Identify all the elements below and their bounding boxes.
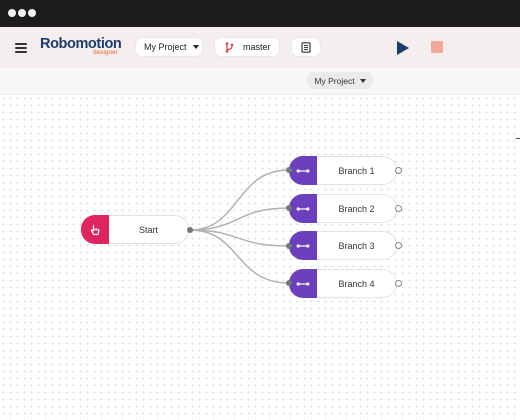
start-node-head — [81, 215, 109, 244]
branch-input-port[interactable] — [286, 280, 292, 286]
branch-node-head — [289, 194, 317, 223]
hand-pointer-icon — [90, 224, 100, 235]
branch-node-label: Branch 3 — [338, 240, 375, 251]
fork-icon — [296, 206, 310, 211]
branch-node-head — [289, 231, 317, 260]
flow-connections — [189, 169, 290, 284]
branch-input-port[interactable] — [286, 205, 292, 211]
fork-icon — [296, 281, 310, 286]
fork-icon — [296, 243, 310, 248]
branch-output-port[interactable] — [395, 280, 402, 287]
start-node[interactable]: Start — [81, 215, 189, 244]
start-node-label: Start — [138, 224, 158, 235]
branch-output-port[interactable] — [395, 167, 402, 174]
branch-output-port[interactable] — [395, 242, 402, 249]
connection-line — [189, 207, 290, 231]
branch-node-2[interactable]: Branch 2 — [289, 194, 397, 223]
start-output-port[interactable] — [187, 227, 193, 233]
branch-node-4[interactable]: Branch 4 — [289, 269, 397, 298]
branch-node-label: Branch 1 — [338, 165, 375, 176]
branch-node-1[interactable]: Branch 1 — [289, 156, 397, 185]
branch-node-head — [289, 156, 317, 185]
fork-icon — [296, 168, 310, 173]
branch-node-label: Branch 2 — [338, 203, 375, 214]
branch-input-port[interactable] — [286, 167, 292, 173]
branch-node-head — [289, 269, 317, 298]
branch-node-label: Branch 4 — [338, 278, 375, 289]
branch-output-port[interactable] — [395, 205, 402, 212]
connection-line — [189, 169, 290, 231]
branch-input-port[interactable] — [286, 243, 292, 249]
branch-node-3[interactable]: Branch 3 — [289, 231, 397, 260]
